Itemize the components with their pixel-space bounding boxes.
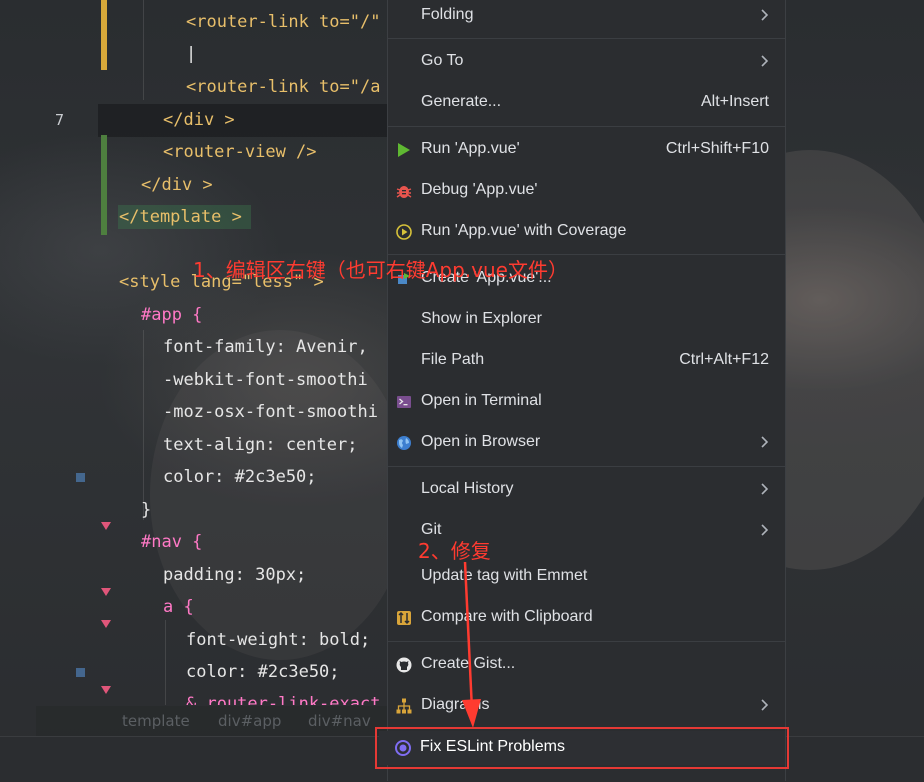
menu-item-shortcut: Alt+Insert — [700, 93, 769, 110]
chevron-right-icon — [761, 55, 769, 67]
menu-item-open-in-terminal[interactable]: Open in Terminal — [388, 384, 785, 420]
menu-separator — [388, 126, 785, 127]
menu-item-label: Open in Terminal — [421, 392, 542, 409]
menu-item-local-history[interactable]: Local History — [388, 472, 785, 508]
chevron-right-icon — [761, 9, 769, 21]
code-line: padding: 30px; — [163, 565, 307, 585]
breadcrumb-item[interactable]: div#nav — [308, 712, 371, 730]
annotation-step1: 1、编辑区右键（也可右键App.vue文件） — [193, 258, 568, 282]
breadcrumb: template div#app div#nav — [36, 706, 388, 736]
breadcrumb-item[interactable]: template — [122, 712, 190, 730]
chevron-right-icon — [761, 483, 769, 495]
menu-item-show-in-explorer[interactable]: Show in Explorer — [388, 302, 785, 338]
chevron-right-icon — [761, 436, 769, 448]
menu-item-label: Run 'App.vue' — [421, 140, 520, 157]
indent-guide — [143, 330, 144, 520]
menu-item-debug[interactable]: Debug 'App.vue' — [388, 173, 785, 209]
code-line: </div > — [163, 110, 235, 130]
code-line: a { — [163, 597, 194, 617]
code-line: -webkit-font-smoothi — [163, 370, 368, 390]
code-line: -moz-osx-font-smoothi — [163, 402, 378, 422]
chevron-right-icon — [761, 524, 769, 536]
code-line: | — [186, 44, 197, 64]
menu-item-generate[interactable]: Generate... Alt+Insert — [388, 85, 785, 121]
code-line: #app { — [141, 305, 203, 325]
menu-separator — [388, 38, 785, 39]
terminal-icon — [397, 396, 411, 408]
code-line: color: #2c3e50; — [186, 662, 340, 682]
code-line: </template > — [119, 207, 242, 227]
code-line: font-weight: bold; — [186, 630, 371, 650]
code-line: #nav { — [141, 532, 203, 552]
highlight-box — [375, 727, 789, 769]
menu-item-label: Local History — [421, 480, 514, 497]
code-line: &.router-link-exact — [186, 694, 381, 705]
indent-guide — [165, 620, 166, 705]
menu-item-label: Go To — [421, 52, 464, 69]
menu-item-run[interactable]: Run 'App.vue' Ctrl+Shift+F10 — [388, 132, 785, 168]
menu-item-shortcut: Ctrl+Shift+F10 — [665, 140, 769, 157]
run-icon — [398, 143, 410, 157]
annotation-arrow-icon — [462, 561, 481, 728]
menu-item-go-to[interactable]: Go To — [388, 44, 785, 80]
code-line: <router-link to="/a — [186, 77, 381, 97]
menu-item-label: Run 'App.vue' with Coverage — [421, 222, 627, 239]
breadcrumb-item[interactable]: div#app — [218, 712, 281, 730]
menu-item-file-path[interactable]: File Path Ctrl+Alt+F12 — [388, 343, 785, 379]
code-area[interactable]: <router-link to="/" | <router-link to="/… — [0, 0, 390, 705]
globe-icon — [397, 436, 411, 450]
code-line: } — [141, 500, 152, 520]
code-line: <router-view /> — [163, 142, 317, 162]
menu-item-label: Open in Browser — [421, 433, 541, 450]
code-line: text-align: center; — [163, 435, 358, 455]
menu-item-label: File Path — [421, 351, 485, 368]
menu-item-label: Debug 'App.vue' — [421, 181, 538, 198]
menu-item-folding[interactable]: Folding — [388, 0, 785, 34]
menu-item-run-coverage[interactable]: Run 'App.vue' with Coverage — [388, 214, 785, 250]
diagram-icon — [396, 698, 412, 714]
code-line: </div > — [141, 175, 213, 195]
menu-item-label: Generate... — [421, 93, 502, 110]
menu-item-label: Folding — [421, 6, 474, 23]
menu-separator — [388, 466, 785, 467]
code-line: color: #2c3e50; — [163, 467, 317, 487]
compare-icon — [397, 611, 411, 625]
code-line: font-family: Avenir, — [163, 337, 368, 357]
menu-item-open-in-browser[interactable]: Open in Browser — [388, 425, 785, 461]
menu-item-label: Show in Explorer — [421, 310, 542, 327]
debug-icon — [396, 186, 412, 198]
code-line: <router-link to="/" — [186, 12, 381, 32]
indent-guide — [143, 0, 144, 100]
chevron-right-icon — [761, 699, 769, 711]
github-icon — [396, 657, 412, 673]
coverage-icon — [396, 224, 412, 240]
menu-item-shortcut: Ctrl+Alt+F12 — [679, 351, 769, 368]
